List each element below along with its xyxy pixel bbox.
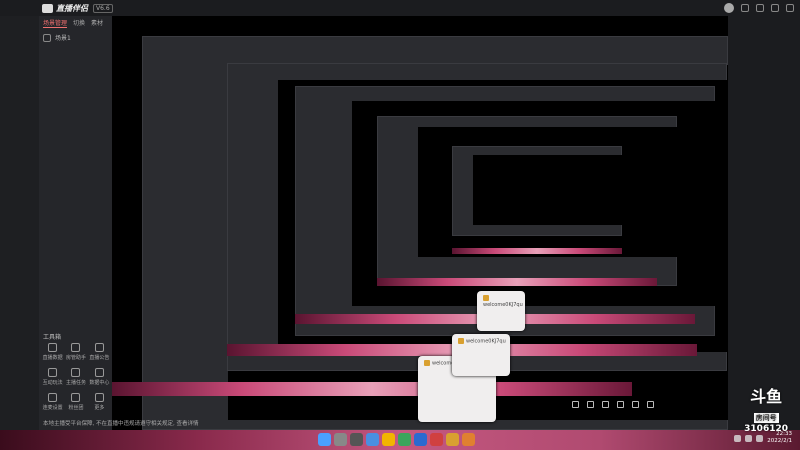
tab-material[interactable]: 素材 [91, 18, 103, 28]
scene-item[interactable]: 场景1 [39, 30, 112, 45]
chart-icon [48, 343, 58, 352]
desktop-strip [112, 382, 632, 396]
minimize-icon[interactable] [756, 4, 764, 12]
tool-interaction[interactable]: 互动玩法 [41, 368, 64, 386]
wifi-icon[interactable] [745, 434, 753, 442]
search-icon[interactable] [334, 433, 347, 446]
image-icon[interactable] [602, 401, 609, 408]
card-username: welcome0KJ7qu [466, 338, 506, 345]
live-companion-window: 直播伴侣 V6.6 场景管理 切换 素材 场景1 工具箱 直播数据 房管助手 直… [0, 0, 800, 430]
card-username: welcome0KJ7qu [483, 301, 523, 308]
volume-icon[interactable] [647, 401, 654, 408]
windows-taskbar: 22:33 2022/2/1 [0, 430, 800, 450]
version-badge: V6.6 [93, 3, 113, 13]
sidebar-tabs: 场景管理 切换 素材 [39, 16, 112, 30]
app-name: 直播伴侣 [56, 3, 88, 13]
task-icon [71, 368, 81, 377]
mic-icon [48, 393, 58, 402]
settings-icon[interactable] [741, 4, 749, 12]
avatar[interactable] [724, 3, 734, 13]
notice-bar: 本地主播受平台保障, 不在直播中违规请遵守相关规定, 查看详情 [43, 421, 199, 427]
shield-icon [71, 343, 81, 352]
tool-fan-club[interactable]: 粉丝团 [64, 393, 87, 411]
chevron-up-icon[interactable] [734, 434, 742, 442]
sidebar: 场景管理 切换 素材 场景1 工具箱 直播数据 房管助手 直播公告 互动玩法 主… [39, 16, 112, 430]
tool-live-data[interactable]: 直播数据 [41, 343, 64, 361]
app-icon[interactable] [430, 433, 443, 446]
taskbar-apps [318, 433, 475, 446]
widgets-icon[interactable] [366, 433, 379, 446]
tab-switch[interactable]: 切换 [73, 18, 85, 28]
tool-mic-link[interactable]: 连麦设置 [41, 393, 64, 411]
douyu-icon[interactable] [462, 433, 475, 446]
camera-icon[interactable] [572, 401, 579, 408]
tab-scene-management[interactable]: 场景管理 [43, 18, 68, 28]
user-avatar [483, 295, 489, 301]
app-logo: 直播伴侣 V6.6 [42, 3, 113, 14]
desktop-strip [452, 248, 622, 254]
window-icon[interactable] [632, 401, 639, 408]
notification-card[interactable]: welcome0KJ7qu [477, 291, 525, 331]
title-bar: 直播伴侣 V6.6 [0, 0, 800, 16]
clock-date: 2022/2/1 [767, 438, 792, 444]
heart-icon [71, 393, 81, 402]
browser-icon[interactable] [398, 433, 411, 446]
tool-announcement[interactable]: 直播公告 [88, 343, 111, 361]
megaphone-icon [94, 343, 104, 352]
control-bar [572, 401, 654, 408]
close-icon[interactable] [786, 4, 794, 12]
game-icon [48, 368, 58, 377]
scene-label: 场景1 [55, 35, 71, 42]
desktop-strip [377, 278, 657, 286]
tool-room-admin[interactable]: 房管助手 [64, 343, 87, 361]
notification-card[interactable]: welcome0KJ7qu [452, 334, 510, 376]
recursive-frame [452, 146, 622, 236]
text-icon[interactable] [617, 401, 624, 408]
database-icon [94, 368, 104, 377]
explorer-icon[interactable] [382, 433, 395, 446]
screen-icon[interactable] [587, 401, 594, 408]
live-companion-icon[interactable] [446, 433, 459, 446]
edge-icon[interactable] [414, 433, 427, 446]
start-icon[interactable] [318, 433, 331, 446]
tool-more[interactable]: 更多 [88, 393, 111, 411]
douyu-watermark: 斗鱼 房间号 3106120 [744, 387, 788, 435]
user-avatar [458, 338, 464, 344]
right-panel [728, 16, 800, 430]
eye-icon[interactable] [43, 33, 51, 42]
maximize-icon[interactable] [771, 4, 779, 12]
user-avatar [424, 360, 430, 366]
stream-preview[interactable]: welcome0KJ7qu welcome0KJ7qu welcome0KJ7q… [112, 16, 728, 430]
speaker-icon[interactable] [756, 434, 764, 442]
tool-tasks[interactable]: 主播任务 [64, 368, 87, 386]
room-number: 3106120 [744, 424, 788, 434]
tools-title: 工具箱 [43, 334, 62, 341]
taskview-icon[interactable] [350, 433, 363, 446]
grid-icon [94, 393, 104, 402]
room-label: 房间号 [753, 413, 779, 423]
tool-data-center[interactable]: 数据中心 [88, 368, 111, 386]
logo-icon [42, 3, 53, 13]
douyu-logo: 斗鱼 [750, 387, 783, 406]
tools-grid: 直播数据 房管助手 直播公告 互动玩法 主播任务 数据中心 连麦设置 粉丝团 更… [41, 343, 111, 411]
